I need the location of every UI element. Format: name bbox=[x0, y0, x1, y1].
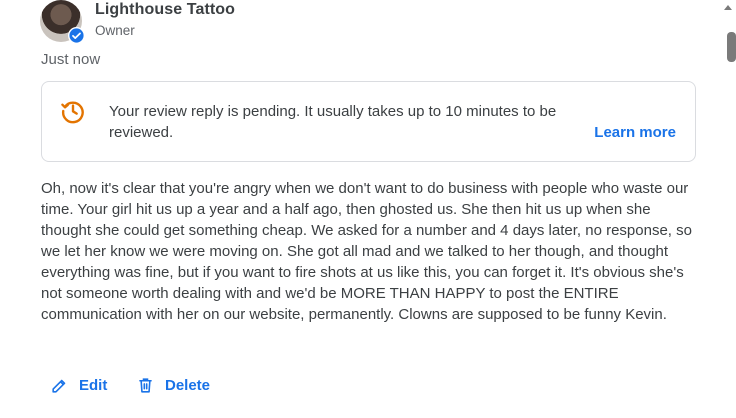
verified-check-icon bbox=[68, 27, 85, 44]
scrollbar-thumb[interactable] bbox=[727, 32, 736, 62]
scroll-up-arrow-icon[interactable] bbox=[722, 2, 734, 14]
pending-clock-icon bbox=[61, 101, 84, 124]
reply-text: Oh, now it's clear that you're angry whe… bbox=[41, 180, 692, 323]
trash-icon bbox=[139, 378, 152, 393]
edit-button[interactable]: Edit bbox=[50, 376, 107, 395]
learn-more-link[interactable]: Learn more bbox=[594, 124, 676, 141]
pending-message: Your review reply is pending. It usually… bbox=[109, 103, 557, 141]
delete-label: Delete bbox=[165, 377, 211, 394]
edit-pencil-icon bbox=[52, 379, 66, 393]
delete-button[interactable]: Delete bbox=[136, 376, 210, 395]
edit-label: Edit bbox=[79, 377, 108, 394]
reply-timestamp: Just now bbox=[41, 51, 101, 68]
owner-role: Owner bbox=[95, 23, 135, 38]
pending-notice: Your review reply is pending. It usually… bbox=[41, 81, 696, 162]
owner-name: Lighthouse Tattoo bbox=[95, 1, 236, 18]
owner-avatar bbox=[40, 0, 85, 44]
